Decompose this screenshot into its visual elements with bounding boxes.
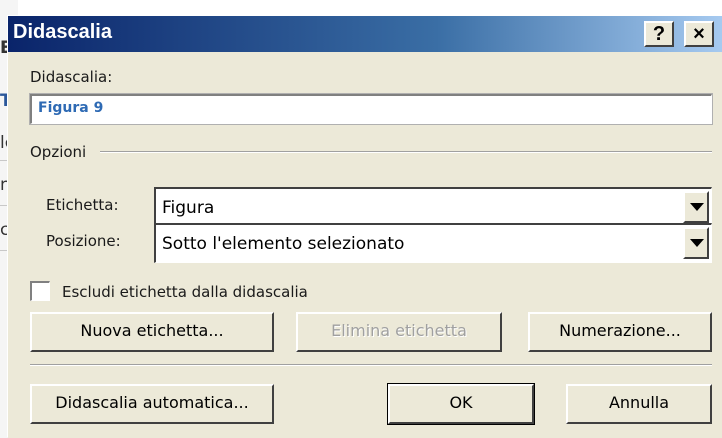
close-button[interactable]: × <box>684 21 714 47</box>
dialog-title: Didascalia <box>13 21 112 43</box>
chevron-down-icon[interactable] <box>683 227 709 259</box>
numbering-button[interactable]: Numerazione... <box>528 312 712 352</box>
auto-caption-button[interactable]: Didascalia automatica... <box>30 384 274 424</box>
position-dropdown-value: Sotto l'elemento selezionato <box>162 234 405 254</box>
label-dropdown[interactable]: Figura <box>154 187 712 227</box>
cancel-button[interactable]: Annulla <box>566 384 712 424</box>
chevron-down-icon[interactable] <box>683 191 709 223</box>
ok-button[interactable]: OK <box>387 383 535 425</box>
label-dropdown-value: Figura <box>162 198 215 218</box>
exclude-label-checkbox[interactable] <box>30 281 50 301</box>
delete-label-button[interactable]: Elimina etichetta <box>296 312 502 352</box>
position-field-label: Posizione: <box>46 232 121 250</box>
position-dropdown[interactable]: Sotto l'elemento selezionato <box>154 223 712 263</box>
caption-label: Didascalia: <box>30 68 113 86</box>
options-group-label: Opzioni <box>30 143 87 161</box>
options-divider <box>100 151 712 153</box>
footer-separator <box>30 364 712 366</box>
caption-dialog: Didascalia ? × Didascalia: Figura 9 Opzi… <box>8 16 722 438</box>
help-button[interactable]: ? <box>644 21 674 47</box>
label-field-label: Etichetta: <box>46 196 119 214</box>
title-bar[interactable]: Didascalia ? × <box>8 16 722 52</box>
new-label-button[interactable]: Nuova etichetta... <box>30 312 274 352</box>
caption-input[interactable]: Figura 9 <box>29 93 713 125</box>
exclude-label-text: Escludi etichetta dalla didascalia <box>62 283 308 301</box>
